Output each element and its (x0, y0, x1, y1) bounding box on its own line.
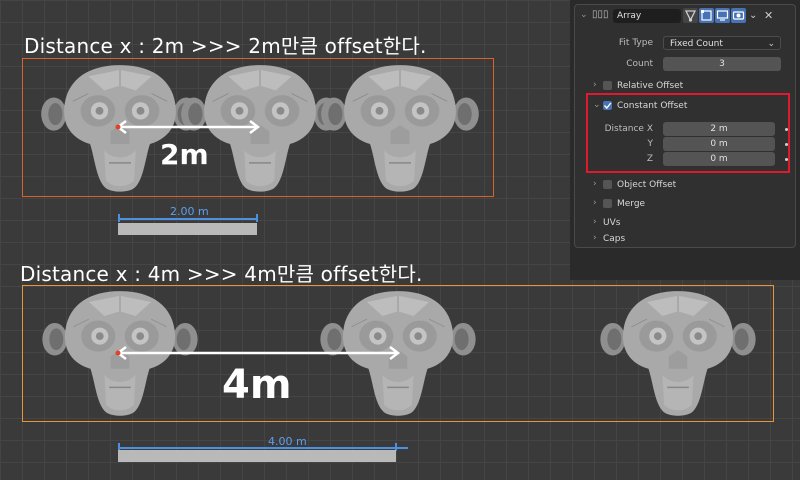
measure-tick-right-top (256, 214, 258, 222)
close-icon[interactable]: ✕ (764, 9, 773, 22)
caption-bottom: Distance x : 4m >>> 4m만큼 offset한다. (20, 262, 423, 286)
handwritten-2m: 2m (160, 138, 209, 171)
fit-type-label: Fit Type (618, 38, 653, 48)
measure-tick-left-top (118, 214, 120, 222)
modifier-name-field[interactable]: Array (613, 9, 681, 23)
measure-label-top: 2.00 m (170, 205, 209, 218)
count-label: Count (626, 59, 653, 69)
measure-bar-bottom (118, 450, 396, 462)
relative-offset-label: Relative Offset (617, 81, 684, 91)
handwritten-4m: 4m (222, 362, 292, 408)
caption-top: Distance x : 2m >>> 2m만큼 offset한다. (24, 34, 427, 58)
distance-arrow-bottom (115, 346, 401, 360)
monkey-head-3-bottom[interactable] (580, 288, 776, 420)
distance-arrow-top (115, 120, 261, 134)
uvs-label: UVs (603, 218, 621, 228)
measure-line-top (118, 218, 257, 220)
caps-chevron-icon[interactable]: › (593, 233, 597, 243)
viewport-icon[interactable] (715, 8, 730, 23)
dropdown-chevron-icon: ⌄ (767, 39, 775, 49)
merge-label: Merge (617, 199, 646, 209)
object-offset-label: Object Offset (617, 180, 677, 190)
relative-offset-chevron-icon[interactable]: › (593, 80, 597, 90)
modifier-array-icon: ▯▯▯ (592, 9, 609, 20)
caps-label: Caps (603, 234, 626, 244)
uvs-chevron-icon[interactable]: › (593, 217, 597, 227)
render-icon[interactable] (731, 8, 746, 23)
measure-label-bottom: 4.00 m (268, 435, 307, 448)
count-field[interactable]: 3 (663, 57, 781, 71)
measure-line-bottom (118, 447, 408, 449)
measure-bar-top (118, 223, 257, 235)
object-offset-checkbox[interactable] (603, 180, 612, 189)
collapse-chevron-icon[interactable]: ⌄ (580, 10, 588, 20)
chevron-down-icon[interactable]: ⌄ (749, 10, 757, 21)
fit-type-dropdown[interactable]: Fixed Count ⌄ (663, 36, 781, 50)
vertex-icon[interactable] (683, 8, 698, 23)
merge-chevron-icon[interactable]: › (593, 198, 597, 208)
object-offset-chevron-icon[interactable]: › (593, 179, 597, 189)
fit-type-value: Fixed Count (670, 39, 723, 49)
constant-offset-highlight-box (586, 93, 790, 173)
monkey-head-3-top[interactable] (302, 62, 498, 196)
editmode-icon[interactable] (699, 8, 714, 23)
merge-checkbox[interactable] (603, 199, 612, 208)
modifier-header: ⌄ ▯▯▯ Array ⌄ ✕ (575, 5, 795, 27)
relative-offset-checkbox[interactable] (603, 81, 612, 90)
